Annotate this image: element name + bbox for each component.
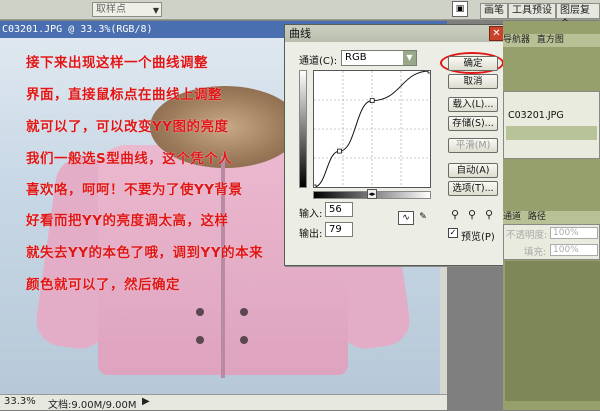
annotation-line: 好看而把YY的亮度调太高，这样 — [26, 213, 229, 229]
chevron-down-icon: ▼ — [152, 6, 159, 15]
curve-control-point[interactable] — [311, 184, 317, 190]
channel-label: 通道(C): — [299, 56, 338, 67]
output-field[interactable]: 79 — [325, 222, 353, 237]
curve-control-point[interactable] — [369, 98, 375, 104]
annotation-line: 就可以了，可以改变YY图的亮度 — [26, 119, 229, 135]
curve-point-tool-icon[interactable]: ∿ — [398, 211, 414, 225]
smooth-button[interactable]: 平滑(M) — [448, 138, 498, 153]
navigator-tabs: 导航器 直方图 — [503, 34, 600, 47]
curve-svg — [311, 68, 433, 190]
file-label: C03201.JPG — [508, 110, 564, 121]
curve-control-point[interactable] — [337, 148, 342, 154]
tab-brushes[interactable]: 画笔 — [480, 3, 508, 19]
status-bar: 33.3% 文档:9.00M/9.00M ▶ — [0, 394, 447, 411]
annotation-line: 界面，直接鼠标点在曲线上调整 — [26, 87, 222, 103]
tab-paths[interactable]: 路径 — [528, 212, 546, 222]
close-icon[interactable]: ✕ — [489, 26, 504, 41]
white-eyedropper-icon[interactable]: ⚲ — [485, 208, 493, 221]
save-button[interactable]: 存储(S)... — [448, 116, 498, 131]
black-eyedropper-icon[interactable]: ⚲ — [451, 208, 459, 221]
tab-layer-comps[interactable]: 图层复合 — [556, 3, 600, 30]
jacket-button — [196, 308, 204, 316]
cancel-button[interactable]: 取消 — [448, 74, 498, 89]
info-panel: C03201.JPG — [503, 91, 600, 159]
layer-options: 不透明度: 100% 填充: 100% — [503, 224, 600, 260]
gray-eyedropper-icon[interactable]: ⚲ — [468, 208, 476, 221]
ok-button[interactable]: 确定 — [448, 56, 498, 71]
gradient-toggle-icon[interactable]: ◂▸ — [367, 189, 377, 199]
annotation-line: 喜欢咯，呵呵！不要为了使YY背景 — [26, 182, 243, 198]
preview-label: 预览(P) — [461, 232, 495, 243]
sample-point-select[interactable]: 取样点 ▼ — [92, 2, 162, 17]
fill-label: 填充: — [524, 247, 547, 258]
annotation-line: 我们一般选S型曲线，这个凭个人 — [26, 151, 233, 167]
channel-select[interactable]: RGB ▼ — [341, 50, 417, 66]
tab-navigator[interactable]: 导航器 — [503, 35, 530, 45]
pencil-icon[interactable]: ✎ — [415, 211, 431, 225]
input-label: 输入: — [299, 209, 323, 220]
output-label: 输出: — [299, 229, 323, 240]
annotation-line: 就失去YY的本色了哦，调到YY的本来 — [26, 245, 264, 261]
fill-field[interactable]: 100% — [550, 244, 598, 256]
jacket-button — [196, 336, 204, 344]
options-button[interactable]: 选项(T)... — [448, 181, 498, 196]
selected-row[interactable] — [506, 126, 597, 140]
tab-tool-presets[interactable]: 工具预设 — [508, 3, 556, 19]
annotation-line: 接下来出现这样一个曲线调整 — [26, 55, 208, 71]
opacity-label: 不透明度: — [506, 230, 548, 241]
load-button[interactable]: 载入(L)... — [448, 97, 498, 112]
output-gradient-bar — [299, 70, 307, 188]
curves-dialog: 曲线 ✕ 通道(C): RGB ▼ ◂▸ 输入: 56 输出: 79 ∿ ✎ 确… — [284, 24, 506, 266]
palette-well-icon[interactable]: ▣ — [452, 1, 468, 17]
curve-control-point[interactable] — [427, 68, 433, 74]
auto-button[interactable]: 自动(A) — [448, 163, 498, 178]
layers-tabs: 通道 路径 — [503, 211, 600, 224]
annotation-line: 颜色就可以了，然后确定 — [26, 277, 180, 293]
options-bar: 取样点 ▼ ▣ 画笔 工具预设 图层复合 — [0, 0, 600, 30]
dialog-title: 曲线 — [285, 25, 505, 42]
preview-checkbox[interactable]: ✓ — [448, 228, 458, 238]
curve-graph[interactable] — [311, 68, 433, 190]
zoom-level[interactable]: 33.3% — [4, 396, 36, 407]
tab-histogram[interactable]: 直方图 — [537, 35, 564, 45]
channel-value: RGB — [345, 52, 367, 63]
sample-point-select-label: 取样点 — [96, 4, 126, 15]
right-panel-dock: 导航器 直方图 C03201.JPG 通道 路径 不透明度: 100% 填充: … — [503, 21, 600, 410]
layer-list[interactable] — [505, 261, 600, 401]
status-menu-arrow-icon[interactable]: ▶ — [142, 396, 150, 407]
document-size: 文档:9.00M/9.00M — [48, 400, 137, 411]
jacket-button — [240, 308, 248, 316]
input-field[interactable]: 56 — [325, 202, 353, 217]
tab-channels[interactable]: 通道 — [503, 212, 521, 222]
opacity-field[interactable]: 100% — [550, 227, 598, 239]
chevron-down-icon: ▼ — [403, 51, 416, 65]
jacket-button — [240, 336, 248, 344]
